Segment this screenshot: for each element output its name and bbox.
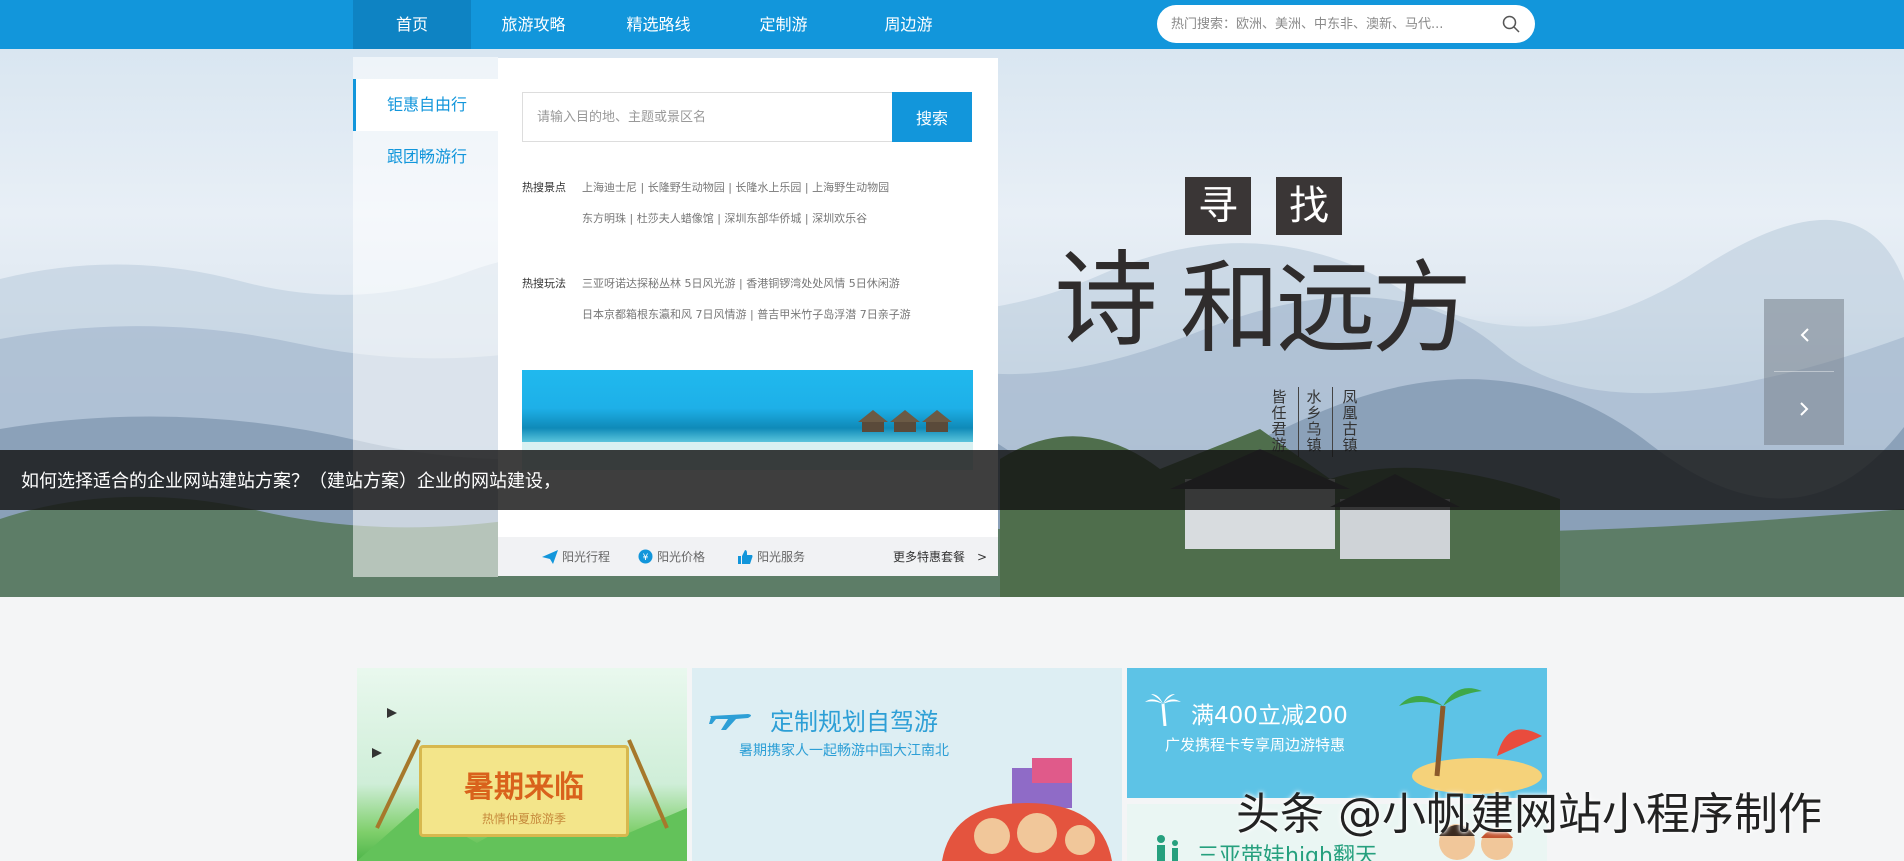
source-watermark: 头条 @小帆建网站小程序制作 [1236,789,1822,840]
tab-free-travel[interactable]: 钜惠自由行 [353,79,498,131]
hot-spots-label: 热搜景点 [522,181,566,194]
carousel-prev-button[interactable] [1764,299,1844,371]
chevron-right-icon [1800,402,1809,416]
nav-item-nearby-tours[interactable]: 周边游 [846,0,971,49]
destination-search: 搜索 [522,92,972,142]
more-deals-link[interactable]: 更多特惠套餐 > [893,548,987,565]
slogan-big-text: 和远方 [1180,250,1472,367]
top-search-input[interactable] [1171,5,1491,43]
carousel-next-button[interactable] [1764,373,1844,445]
discount-subtitle: 广发携程卡专享周边游特惠 [1165,736,1346,754]
hero-slogan-art: 寻 找 诗 和远方 凤凰古镇 水乡乌镇 皆任君游 [1050,127,1550,487]
thumbs-up-icon [738,549,753,564]
self-drive-title: 定制规划自驾游 [770,708,938,736]
destination-search-input[interactable] [537,93,877,141]
hot-play-line[interactable]: 日本京都箱根东瀛和风 7日风情游 | 普吉甲米竹子岛浮潜 7日亲子游 [582,306,911,322]
family-icon [1157,835,1178,861]
article-caption: 如何选择适合的企业网站建站方案？（建站方案）企业的网站建设， [21,471,561,492]
summer-sign: 暑期来临 热情仲夏旅游季 [419,745,629,837]
airplane-icon [709,714,751,730]
footer-sunny-price[interactable]: ¥ 阳光价格 [638,548,705,565]
search-icon[interactable] [1501,14,1521,34]
article-caption-bar: 如何选择适合的企业网站建站方案？（建站方案）企业的网站建设， [0,450,1904,510]
promo-card-self-drive[interactable]: 定制规划自驾游 暑期携家人一起畅游中国大江南北 [692,668,1122,861]
nav-item-routes[interactable]: 精选路线 [596,0,721,49]
nav-item-guides[interactable]: 旅游攻略 [471,0,596,49]
carousel-divider [1774,371,1834,372]
slogan-vertical-text: 水乡乌镇 [1306,388,1322,454]
chevron-right-icon: > [977,549,988,564]
slogan-divider [1298,387,1299,457]
hot-spots-line[interactable]: 东方明珠 | 杜莎夫人蜡像馆 | 深圳东部华侨城 | 深圳欢乐谷 [582,210,867,226]
promo-card-summer[interactable]: 暑期来临 热情仲夏旅游季 [357,668,687,861]
hot-play-line[interactable]: 三亚呀诺达探秘丛林 5日风光游 | 香港铜锣湾处处风情 5日休闲游 [582,275,900,291]
summer-subtitle: 热情仲夏旅游季 [481,812,566,826]
main-nav: 首页 旅游攻略 精选路线 定制游 周边游 [353,0,971,49]
hero-tab-list: 钜惠自由行 跟团畅游行 [353,79,498,183]
slogan-divider [1332,387,1333,457]
family-car-illustration [942,758,1112,861]
svg-text:¥: ¥ [643,553,649,563]
yen-coin-icon: ¥ [638,549,653,564]
paper-plane-icon [542,549,558,564]
summer-title: 暑期来临 [464,770,584,805]
top-search-box [1157,5,1535,43]
nav-item-home[interactable]: 首页 [353,0,471,49]
slogan-vertical-text: 皆任君游 [1271,388,1287,454]
top-nav-bar: 首页 旅游攻略 精选路线 定制游 周边游 [0,0,1904,49]
self-drive-subtitle: 暑期携家人一起畅游中国大江南北 [739,743,949,759]
hero-banner: 钜惠自由行 跟团畅游行 搜索 热搜景点 上海迪士尼 | 长隆野生动物园 | 长隆… [0,49,1904,597]
slogan-big-char: 诗 [1054,239,1159,361]
chevron-left-icon [1800,328,1809,342]
nav-item-custom-tours[interactable]: 定制游 [721,0,846,49]
footer-sunny-itinerary[interactable]: 阳光行程 [542,548,610,565]
hot-spots-line[interactable]: 上海迪士尼 | 长隆野生动物园 | 长隆水上乐园 | 上海野生动物园 [582,179,889,195]
footer-sunny-service[interactable]: 阳光服务 [738,548,805,565]
discount-title: 满400立减200 [1191,703,1348,729]
panel-footer: 阳光行程 ¥ 阳光价格 阳光服务 更多特惠套餐 > [498,537,998,576]
slogan-vertical-text: 凤凰古镇 [1342,388,1358,454]
hot-play-label: 热搜玩法 [522,277,566,290]
palm-tree-icon [1145,694,1181,726]
carousel-controls [1764,299,1844,445]
tab-group-travel[interactable]: 跟团畅游行 [353,131,498,183]
search-button[interactable]: 搜索 [892,92,972,142]
